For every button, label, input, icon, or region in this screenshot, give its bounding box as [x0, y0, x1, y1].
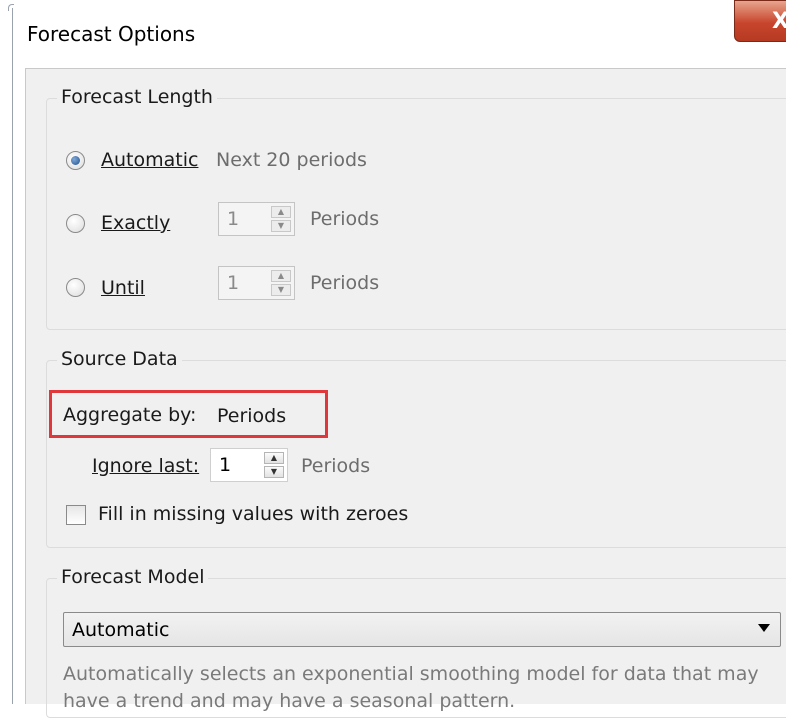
- chevron-down-icon: [758, 624, 770, 632]
- fill-missing-checkbox[interactable]: [66, 505, 86, 525]
- exactly-value: 1: [227, 208, 240, 230]
- source-data-label: Source Data: [57, 348, 182, 370]
- ignore-last-unit: Periods: [301, 455, 371, 477]
- aggregate-by-value[interactable]: Periods: [217, 405, 286, 427]
- decrement-arrow-icon[interactable]: ▼: [271, 220, 291, 232]
- fill-missing-label[interactable]: Fill in missing values with zeroes: [98, 503, 408, 525]
- until-stepper[interactable]: 1 ▲ ▼: [218, 266, 295, 300]
- exactly-stepper[interactable]: 1 ▲ ▼: [218, 202, 295, 236]
- exactly-label[interactable]: Exactly: [101, 212, 170, 234]
- until-value: 1: [227, 272, 240, 294]
- increment-arrow-icon[interactable]: ▲: [271, 206, 291, 218]
- until-unit: Periods: [310, 272, 380, 294]
- decrement-arrow-icon[interactable]: ▼: [271, 284, 291, 296]
- close-icon: X: [772, 9, 786, 34]
- increment-arrow-icon[interactable]: ▲: [271, 270, 291, 282]
- window-border: [12, 8, 13, 704]
- automatic-radio[interactable]: [66, 151, 85, 170]
- ignore-last-label: Ignore last:: [92, 455, 200, 477]
- ignore-last-value: 1: [219, 454, 232, 476]
- exactly-radio[interactable]: [66, 214, 85, 233]
- forecast-options-dialog: Forecast Options X Forecast Length Autom…: [0, 0, 786, 718]
- forecast-model-selected: Automatic: [72, 619, 170, 641]
- until-radio[interactable]: [66, 278, 85, 297]
- automatic-hint: Next 20 periods: [216, 149, 367, 171]
- window-corner: [8, 4, 14, 11]
- automatic-label[interactable]: Automatic: [101, 149, 198, 171]
- forecast-model-label: Forecast Model: [57, 566, 209, 588]
- increment-arrow-icon[interactable]: ▲: [264, 452, 284, 464]
- radio-selected-dot: [71, 156, 80, 165]
- close-button[interactable]: X: [734, 0, 786, 42]
- aggregate-by-label: Aggregate by:: [63, 404, 197, 426]
- forecast-model-description: Automatically selects an exponential smo…: [63, 663, 759, 712]
- until-label[interactable]: Until: [101, 277, 145, 299]
- decrement-arrow-icon[interactable]: ▼: [264, 466, 284, 478]
- ignore-last-stepper[interactable]: 1 ▲ ▼: [210, 448, 288, 482]
- dialog-title: Forecast Options: [27, 22, 196, 46]
- forecast-model-dropdown[interactable]: Automatic: [63, 612, 781, 647]
- forecast-length-label: Forecast Length: [57, 86, 217, 108]
- exactly-unit: Periods: [310, 208, 380, 230]
